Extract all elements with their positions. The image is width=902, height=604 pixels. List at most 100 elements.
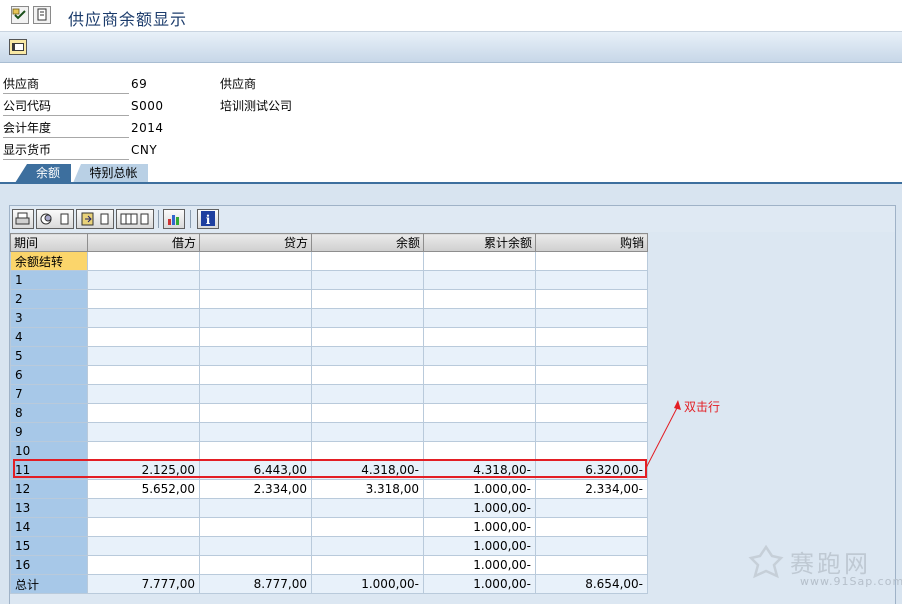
amount-cell[interactable] bbox=[199, 384, 312, 404]
amount-cell[interactable] bbox=[311, 289, 424, 309]
document-icon[interactable] bbox=[33, 6, 51, 24]
table-row[interactable]: 13 1.000,00- bbox=[10, 498, 648, 518]
amount-cell[interactable] bbox=[311, 384, 424, 404]
amount-cell[interactable] bbox=[199, 536, 312, 556]
amount-cell[interactable]: 7.777,00 bbox=[87, 574, 200, 594]
amount-cell[interactable]: 2.334,00 bbox=[199, 479, 312, 499]
amount-cell[interactable] bbox=[311, 498, 424, 518]
table-row[interactable]: 3 bbox=[10, 308, 648, 328]
table-row[interactable]: 15 1.000,00- bbox=[10, 536, 648, 556]
table-row[interactable]: 4 bbox=[10, 327, 648, 347]
amount-cell[interactable] bbox=[87, 555, 200, 575]
chart-icon[interactable] bbox=[163, 209, 185, 229]
amount-cell[interactable] bbox=[423, 308, 536, 328]
detail-icon[interactable] bbox=[36, 209, 74, 229]
amount-cell[interactable] bbox=[199, 498, 312, 518]
layout-select-icon[interactable] bbox=[116, 209, 154, 229]
column-header-cumulative-balance[interactable]: 累计余额 bbox=[423, 233, 536, 252]
amount-cell[interactable] bbox=[423, 403, 536, 423]
amount-cell[interactable] bbox=[87, 441, 200, 461]
period-cell[interactable]: 5 bbox=[10, 346, 88, 366]
table-row[interactable]: 14 1.000,00- bbox=[10, 517, 648, 537]
amount-cell[interactable]: 1.000,00- bbox=[423, 479, 536, 499]
table-row[interactable]: 2 bbox=[10, 289, 648, 309]
amount-cell[interactable] bbox=[423, 384, 536, 404]
period-cell[interactable]: 16 bbox=[10, 555, 88, 575]
amount-cell[interactable] bbox=[199, 289, 312, 309]
column-header-period[interactable]: 期间 bbox=[10, 233, 88, 252]
period-cell[interactable]: 余额结转 bbox=[10, 251, 88, 271]
table-row[interactable]: 总计 7.777,00 8.777,00 1.000,00- 1.000,00- 8.65… bbox=[10, 574, 648, 594]
amount-cell[interactable]: 1.000,00- bbox=[311, 574, 424, 594]
amount-cell[interactable] bbox=[199, 308, 312, 328]
amount-cell[interactable] bbox=[199, 327, 312, 347]
amount-cell[interactable]: 1.000,00- bbox=[423, 536, 536, 556]
amount-cell[interactable] bbox=[199, 422, 312, 442]
amount-cell[interactable] bbox=[311, 536, 424, 556]
amount-cell[interactable] bbox=[87, 289, 200, 309]
amount-cell[interactable] bbox=[199, 365, 312, 385]
table-row[interactable]: 1 bbox=[10, 270, 648, 290]
period-cell[interactable]: 4 bbox=[10, 327, 88, 347]
amount-cell[interactable] bbox=[311, 365, 424, 385]
amount-cell[interactable] bbox=[87, 422, 200, 442]
amount-cell[interactable] bbox=[311, 327, 424, 347]
period-cell[interactable]: 3 bbox=[10, 308, 88, 328]
period-cell[interactable]: 1 bbox=[10, 270, 88, 290]
amount-cell[interactable] bbox=[423, 365, 536, 385]
amount-cell[interactable] bbox=[423, 441, 536, 461]
amount-cell[interactable] bbox=[535, 327, 648, 347]
amount-cell[interactable] bbox=[311, 422, 424, 442]
amount-cell[interactable] bbox=[199, 251, 312, 271]
amount-cell[interactable] bbox=[311, 403, 424, 423]
amount-cell[interactable] bbox=[87, 327, 200, 347]
info-icon[interactable]: i bbox=[197, 209, 219, 229]
period-cell[interactable]: 12 bbox=[10, 479, 88, 499]
amount-cell[interactable] bbox=[311, 308, 424, 328]
table-row[interactable]: 5 bbox=[10, 346, 648, 366]
amount-cell[interactable] bbox=[423, 270, 536, 290]
amount-cell[interactable] bbox=[87, 270, 200, 290]
amount-cell[interactable] bbox=[87, 346, 200, 366]
amount-cell[interactable] bbox=[423, 346, 536, 366]
amount-cell[interactable] bbox=[311, 346, 424, 366]
tab-balance[interactable]: 余额 bbox=[15, 164, 71, 183]
period-cell[interactable]: 9 bbox=[10, 422, 88, 442]
amount-cell[interactable] bbox=[87, 384, 200, 404]
amount-cell[interactable]: 1.000,00- bbox=[423, 555, 536, 575]
amount-cell[interactable]: 8.654,00- bbox=[535, 574, 648, 594]
period-cell[interactable]: 10 bbox=[10, 441, 88, 461]
column-header-debit[interactable]: 借方 bbox=[87, 233, 200, 252]
amount-cell[interactable] bbox=[535, 270, 648, 290]
table-row[interactable]: 10 bbox=[10, 441, 648, 461]
amount-cell[interactable] bbox=[423, 422, 536, 442]
print-icon[interactable] bbox=[12, 209, 34, 229]
amount-cell[interactable] bbox=[87, 498, 200, 518]
period-cell[interactable]: 6 bbox=[10, 365, 88, 385]
table-row[interactable]: 余额结转 bbox=[10, 251, 648, 271]
layout-icon[interactable] bbox=[9, 39, 27, 55]
amount-cell[interactable]: 2.334,00- bbox=[535, 479, 648, 499]
table-row[interactable]: 9 bbox=[10, 422, 648, 442]
amount-cell[interactable] bbox=[535, 251, 648, 271]
amount-cell[interactable]: 1.000,00- bbox=[423, 574, 536, 594]
amount-cell[interactable] bbox=[311, 270, 424, 290]
amount-cell[interactable] bbox=[535, 555, 648, 575]
amount-cell[interactable] bbox=[311, 517, 424, 537]
amount-cell[interactable] bbox=[199, 517, 312, 537]
amount-cell[interactable] bbox=[87, 308, 200, 328]
amount-cell[interactable]: 5.652,00 bbox=[87, 479, 200, 499]
amount-cell[interactable] bbox=[535, 365, 648, 385]
amount-cell[interactable] bbox=[87, 536, 200, 556]
export-icon[interactable] bbox=[76, 209, 114, 229]
amount-cell[interactable] bbox=[87, 365, 200, 385]
amount-cell[interactable] bbox=[87, 517, 200, 537]
amount-cell[interactable] bbox=[423, 289, 536, 309]
amount-cell[interactable] bbox=[311, 441, 424, 461]
amount-cell[interactable]: 1.000,00- bbox=[423, 517, 536, 537]
amount-cell[interactable] bbox=[199, 346, 312, 366]
amount-cell[interactable] bbox=[535, 308, 648, 328]
amount-cell[interactable] bbox=[199, 270, 312, 290]
period-cell[interactable]: 总计 bbox=[10, 574, 88, 594]
check-icon[interactable] bbox=[11, 6, 29, 24]
